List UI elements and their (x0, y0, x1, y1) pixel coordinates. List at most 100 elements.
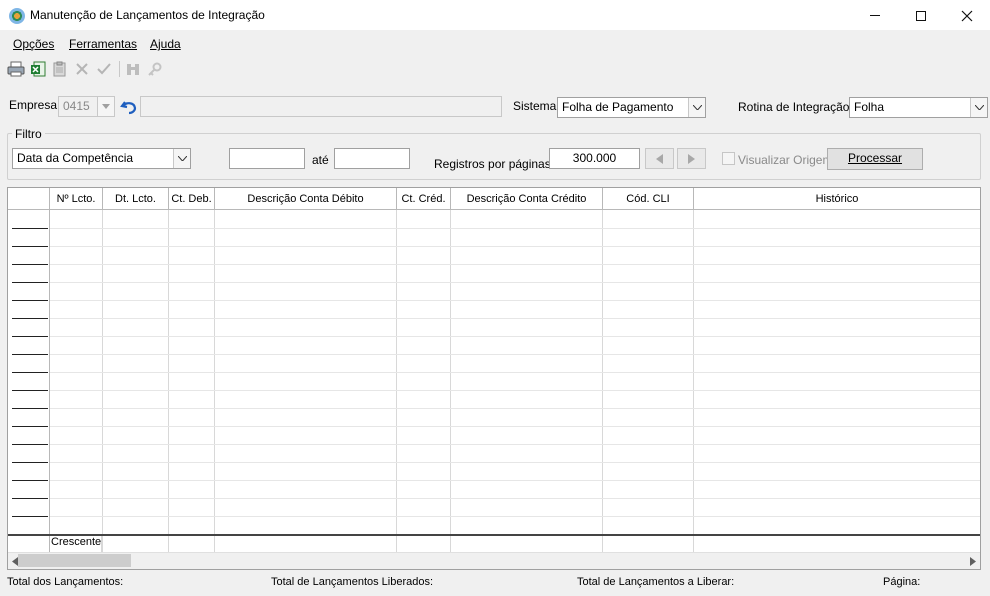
print-button[interactable] (6, 59, 26, 79)
undo-icon (119, 100, 136, 114)
date-to-input[interactable] (334, 148, 410, 169)
scrollbar-thumb[interactable] (18, 554, 131, 567)
sistema-dropdown-icon (688, 98, 705, 117)
row-header[interactable] (12, 462, 48, 463)
rotina-value: Folha (854, 100, 885, 114)
filtro-type-dropdown-icon (173, 149, 190, 168)
table-row[interactable] (50, 354, 980, 355)
col-header-historico[interactable]: Histórico (694, 188, 980, 210)
minimize-icon (870, 15, 880, 16)
table-row[interactable] (50, 516, 980, 517)
row-header[interactable] (12, 426, 48, 427)
visualizar-checkbox[interactable] (722, 152, 735, 165)
menu-bar: Opções Ferramentas Ajuda (0, 33, 990, 55)
table-row[interactable] (50, 300, 980, 301)
window-title: Manutenção de Lançamentos de Integração (30, 8, 265, 22)
maximize-button[interactable] (898, 0, 944, 31)
filtro-legend: Filtro (12, 127, 45, 141)
col-header-desc-credito[interactable]: Descrição Conta Crédito (451, 188, 603, 210)
rotina-dropdown-icon (970, 98, 987, 117)
grid-column (169, 210, 215, 554)
registros-input[interactable]: 300.000 (549, 148, 640, 169)
row-header[interactable] (12, 390, 48, 391)
table-row[interactable] (50, 318, 980, 319)
grid-column (603, 210, 694, 554)
menu-ajuda[interactable]: Ajuda (150, 37, 181, 51)
table-row[interactable] (50, 246, 980, 247)
row-header[interactable] (12, 300, 48, 301)
delete-button (72, 59, 92, 79)
table-row[interactable] (50, 408, 980, 409)
prev-page-button[interactable] (645, 148, 674, 169)
table-row[interactable] (50, 462, 980, 463)
scroll-right-icon[interactable] (970, 557, 976, 566)
grid-column (451, 210, 603, 554)
row-header[interactable] (12, 480, 48, 481)
triangle-right-icon (688, 153, 695, 164)
col-header-desc-debito[interactable]: Descrição Conta Débito (215, 188, 397, 210)
row-header[interactable] (12, 318, 48, 319)
check-icon (97, 63, 111, 75)
row-header[interactable] (12, 264, 48, 265)
processar-label: Processar (847, 151, 903, 165)
row-header[interactable] (12, 228, 48, 229)
clipboard-icon (53, 61, 66, 77)
close-button[interactable] (944, 0, 990, 31)
row-header[interactable] (12, 516, 48, 517)
table-row[interactable] (50, 372, 980, 373)
horizontal-scrollbar[interactable] (8, 552, 980, 569)
close-icon (961, 10, 973, 21)
minimize-button[interactable] (852, 0, 898, 31)
undo-button[interactable] (118, 96, 139, 117)
rotina-select[interactable]: Folha (849, 97, 988, 118)
maximize-icon (916, 10, 926, 21)
row-header-column (8, 210, 50, 554)
col-header-cod-cli[interactable]: Cód. CLI (603, 188, 694, 210)
col-header-dtlcto[interactable]: Dt. Lcto. (103, 188, 169, 210)
printer-icon (7, 61, 25, 77)
table-row[interactable] (50, 264, 980, 265)
row-header[interactable] (12, 498, 48, 499)
processar-button[interactable]: Processar (827, 148, 923, 170)
sort-order-cell[interactable]: Crescente (50, 536, 102, 552)
data-grid[interactable]: Nº Lcto. Dt. Lcto. Ct. Deb. Descrição Co… (7, 187, 981, 570)
app-icon (9, 8, 25, 24)
table-row[interactable] (50, 426, 980, 427)
find-button (123, 59, 143, 79)
date-from-input[interactable] (229, 148, 305, 169)
status-total-lancamentos: Total dos Lançamentos: (7, 576, 124, 588)
empresa-name-field (140, 96, 502, 117)
export-excel-button[interactable] (28, 59, 48, 79)
table-row[interactable] (50, 336, 980, 337)
row-header[interactable] (12, 372, 48, 373)
next-page-button[interactable] (677, 148, 706, 169)
paste-button[interactable] (50, 59, 70, 79)
row-header[interactable] (12, 444, 48, 445)
col-header-ctdeb[interactable]: Ct. Deb. (169, 188, 215, 210)
col-header-nlcto[interactable]: Nº Lcto. (50, 188, 103, 210)
row-header[interactable] (12, 354, 48, 355)
row-header[interactable] (12, 336, 48, 337)
status-total-a-liberar: Total de Lançamentos a Liberar: (577, 576, 735, 588)
row-header[interactable] (12, 282, 48, 283)
filtro-type-value: Data da Competência (17, 151, 134, 165)
empresa-value: 0415 (63, 99, 90, 113)
sistema-select[interactable]: Folha de Pagamento (557, 97, 706, 118)
empresa-label: Empresa: (9, 98, 61, 112)
table-row[interactable] (50, 480, 980, 481)
table-row[interactable] (50, 498, 980, 499)
table-row[interactable] (50, 390, 980, 391)
menu-opcoes[interactable]: Opções (13, 37, 54, 51)
table-row[interactable] (50, 282, 980, 283)
menu-ferramentas[interactable]: Ferramentas (69, 37, 137, 51)
row-header[interactable] (12, 246, 48, 247)
menu-ajuda-label: Ajuda (150, 37, 181, 51)
key-icon (148, 62, 162, 76)
visualizar-label: Visualizar Origem (738, 153, 833, 167)
table-row[interactable] (50, 228, 980, 229)
filtro-type-select[interactable]: Data da Competência (12, 148, 191, 169)
table-row[interactable] (50, 444, 980, 445)
col-header-ctcred[interactable]: Ct. Créd. (397, 188, 451, 210)
row-header[interactable] (12, 408, 48, 409)
status-total-liberados: Total de Lançamentos Liberados: (271, 576, 434, 588)
